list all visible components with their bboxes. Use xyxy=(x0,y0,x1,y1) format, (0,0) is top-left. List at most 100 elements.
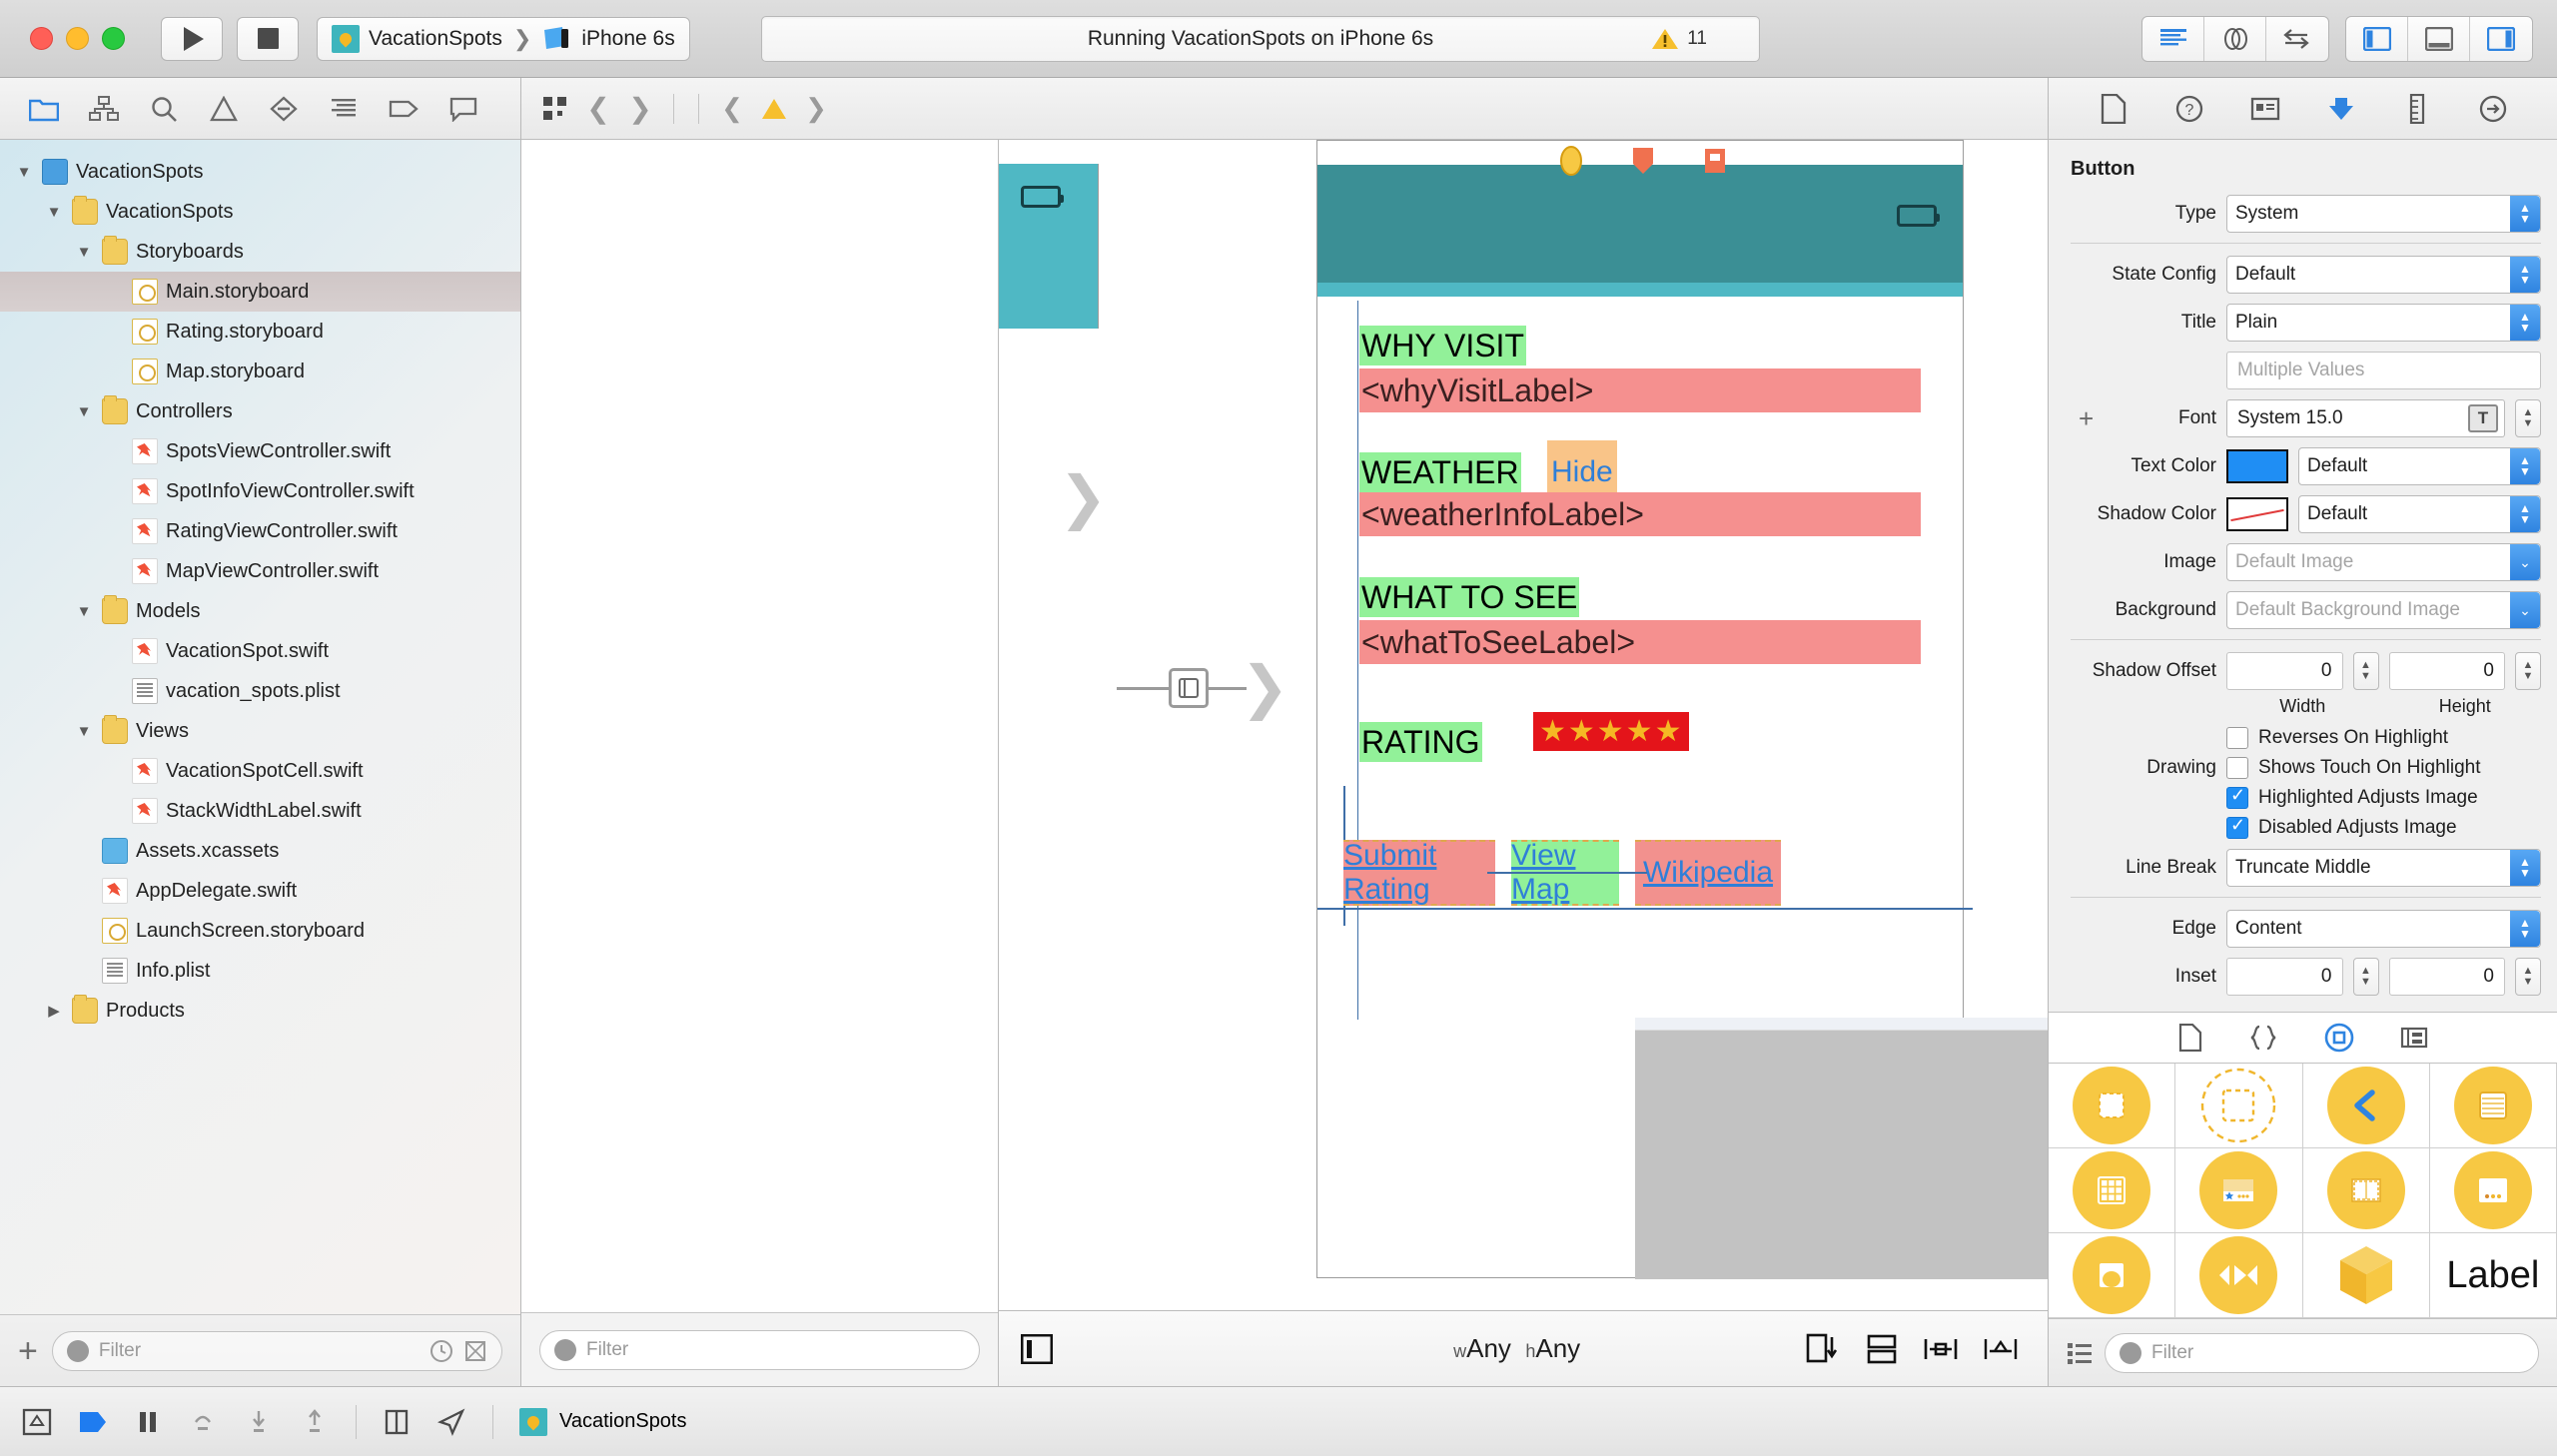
disclosure-closed-icon[interactable]: ▶ xyxy=(44,1002,64,1020)
connections-inspector-tab[interactable] xyxy=(2473,89,2513,129)
align-icon[interactable] xyxy=(1806,1333,1840,1365)
list-view-icon[interactable] xyxy=(2067,1341,2093,1365)
breakpoint-navigator-tab[interactable] xyxy=(374,86,433,132)
title-popup[interactable]: Plain ▲ ▼ xyxy=(2226,304,2541,342)
library-item-scene-kit[interactable] xyxy=(2302,1233,2430,1318)
text-color-swatch[interactable] xyxy=(2226,449,2288,483)
test-navigator-tab[interactable] xyxy=(254,86,314,132)
jump-bar-next-issue-button[interactable]: ❯ xyxy=(795,86,837,132)
why-visit-header-label[interactable]: WHY VISIT xyxy=(1359,326,1526,365)
shadow-offset-height-field[interactable]: 0 xyxy=(2388,652,2505,690)
standard-editor-button[interactable] xyxy=(2142,16,2204,61)
library-item-player-controls[interactable] xyxy=(2175,1233,2303,1318)
run-button[interactable] xyxy=(161,16,223,61)
navigator-row[interactable]: ▼ Views xyxy=(0,711,520,751)
inset-left-field[interactable]: 0 xyxy=(2226,958,2343,996)
navigator-row[interactable]: ▼ Storyboards xyxy=(0,232,520,272)
navigator-row[interactable]: ▶VacationSpotCell.swift xyxy=(0,751,520,791)
what-to-see-value-label[interactable]: <whatToSeeLabel> xyxy=(1359,620,1921,664)
stop-button[interactable] xyxy=(237,16,299,61)
shadow-offset-width-field[interactable]: 0 xyxy=(2226,652,2343,690)
disabled-adjusts-image-checkbox[interactable] xyxy=(2226,815,2248,839)
object-library-grid[interactable]: Label xyxy=(2049,1064,2557,1318)
inset-left-stepper[interactable]: ▲ ▼ xyxy=(2352,958,2379,996)
close-window-button[interactable] xyxy=(30,27,53,50)
debug-process-item[interactable]: VacationSpots xyxy=(519,1407,687,1436)
step-out-icon[interactable] xyxy=(300,1408,330,1436)
inset-right-field[interactable]: 0 xyxy=(2388,958,2505,996)
library-item-container-view[interactable] xyxy=(2175,1064,2303,1148)
step-over-icon[interactable] xyxy=(188,1408,218,1436)
shadow-color-swatch[interactable] xyxy=(2226,497,2288,531)
view-controller-dock-icon[interactable] xyxy=(1558,146,1584,176)
jump-bar-prev-issue-button[interactable]: ❮ xyxy=(711,86,753,132)
storyboard-canvas[interactable]: ❯ ❯ WHY VISIT <whyVisitLabel> WEATHER Hi… xyxy=(999,140,2048,1310)
library-item-split-view[interactable] xyxy=(2302,1148,2430,1233)
background-popup[interactable]: Default Background Image ⌄ xyxy=(2226,591,2541,629)
jump-bar-warning-icon[interactable] xyxy=(753,86,795,132)
source-control-filter-icon[interactable] xyxy=(463,1339,487,1363)
navigator-row[interactable]: ▶LaunchScreen.storyboard xyxy=(0,911,520,951)
pause-icon[interactable] xyxy=(134,1408,162,1436)
title-text-field[interactable]: Multiple Values xyxy=(2226,352,2541,389)
step-into-icon[interactable] xyxy=(244,1408,274,1436)
code-snippet-library-tab[interactable] xyxy=(2248,1025,2278,1051)
why-visit-value-label[interactable]: <whyVisitLabel> xyxy=(1359,368,1921,412)
font-field[interactable]: System 15.0 T xyxy=(2226,399,2505,437)
utilities-toggle-button[interactable] xyxy=(2470,17,2532,61)
navigator-row[interactable]: ▶SpotsViewController.swift xyxy=(0,431,520,471)
navigator-row[interactable]: ▶RatingViewController.swift xyxy=(0,511,520,551)
navigate-back-button[interactable]: ❮ xyxy=(577,86,619,132)
disclosure-open-icon[interactable]: ▼ xyxy=(74,244,94,261)
navigator-row[interactable]: ▼ VacationSpots xyxy=(0,192,520,232)
navigator-row[interactable]: ▶MapViewController.swift xyxy=(0,551,520,591)
embed-in-icon[interactable] xyxy=(1866,1333,1898,1365)
navigator-row[interactable]: ▶Info.plist xyxy=(0,951,520,991)
library-item-navigation-bar[interactable] xyxy=(2302,1064,2430,1148)
weather-header-label[interactable]: WEATHER xyxy=(1359,452,1521,492)
add-attribute-button[interactable]: + xyxy=(2079,403,2094,434)
recent-files-icon[interactable] xyxy=(429,1339,453,1363)
edge-popup[interactable]: Content ▲ ▼ xyxy=(2226,910,2541,948)
library-item-visual-effect-view[interactable] xyxy=(2049,1233,2176,1318)
debug-area-toggle-button[interactable] xyxy=(2408,16,2470,61)
library-item-page-control[interactable] xyxy=(2429,1148,2557,1233)
quick-help-inspector-tab[interactable]: ? xyxy=(2169,89,2209,129)
resolve-auto-layout-icon[interactable] xyxy=(1984,1333,2018,1365)
font-stepper[interactable]: ▲ ▼ xyxy=(2515,399,2541,437)
project-navigator-tab[interactable] xyxy=(14,86,74,132)
line-break-popup[interactable]: Truncate Middle ▲ ▼ xyxy=(2226,849,2541,887)
object-library-tab[interactable] xyxy=(2324,1023,2354,1053)
disclosure-open-icon[interactable]: ▼ xyxy=(74,603,94,620)
pin-icon[interactable] xyxy=(1924,1333,1958,1365)
location-icon[interactable] xyxy=(436,1408,466,1436)
version-editor-button[interactable] xyxy=(2266,17,2328,61)
related-items-button[interactable] xyxy=(535,86,577,132)
rating-header-label[interactable]: RATING xyxy=(1359,722,1482,762)
navigator-row[interactable]: ▼ VacationSpots xyxy=(0,152,520,192)
exit-dock-icon[interactable] xyxy=(1702,146,1728,176)
type-popup[interactable]: System ▲ ▼ xyxy=(2226,195,2541,233)
navigator-row[interactable]: ▶VacationSpot.swift xyxy=(0,631,520,671)
first-responder-dock-icon[interactable] xyxy=(1630,146,1656,176)
library-item-table-view-cell[interactable] xyxy=(2175,1148,2303,1233)
library-item-table-view[interactable] xyxy=(2429,1064,2557,1148)
media-library-tab[interactable] xyxy=(2400,1026,2428,1050)
outline-list[interactable] xyxy=(521,140,998,1312)
shadow-offset-height-stepper[interactable]: ▲ ▼ xyxy=(2515,652,2541,690)
what-to-see-header-label[interactable]: WHAT TO SEE xyxy=(1359,577,1580,617)
size-class-indicator[interactable]: wAny hAny xyxy=(1453,1333,1580,1364)
navigator-row[interactable]: ▶Map.storyboard xyxy=(0,352,520,391)
outline-toggle-button[interactable] xyxy=(1021,1333,1053,1364)
size-inspector-tab[interactable] xyxy=(2397,89,2437,129)
file-template-library-tab[interactable] xyxy=(2178,1024,2202,1052)
inset-right-stepper[interactable]: ▲ ▼ xyxy=(2515,958,2541,996)
navigator-row[interactable]: ▼ Controllers xyxy=(0,391,520,431)
weather-info-label[interactable]: <weatherInfoLabel> xyxy=(1359,492,1921,536)
scene-dock[interactable] xyxy=(1558,146,1728,176)
issue-navigator-tab[interactable] xyxy=(194,86,254,132)
source-control-navigator-tab[interactable] xyxy=(74,86,134,132)
shadow-color-popup[interactable]: Default ▲ ▼ xyxy=(2298,495,2541,533)
navigator-row[interactable]: ▶StackWidthLabel.swift xyxy=(0,791,520,831)
shows-touch-on-highlight-checkbox[interactable] xyxy=(2226,757,2248,779)
